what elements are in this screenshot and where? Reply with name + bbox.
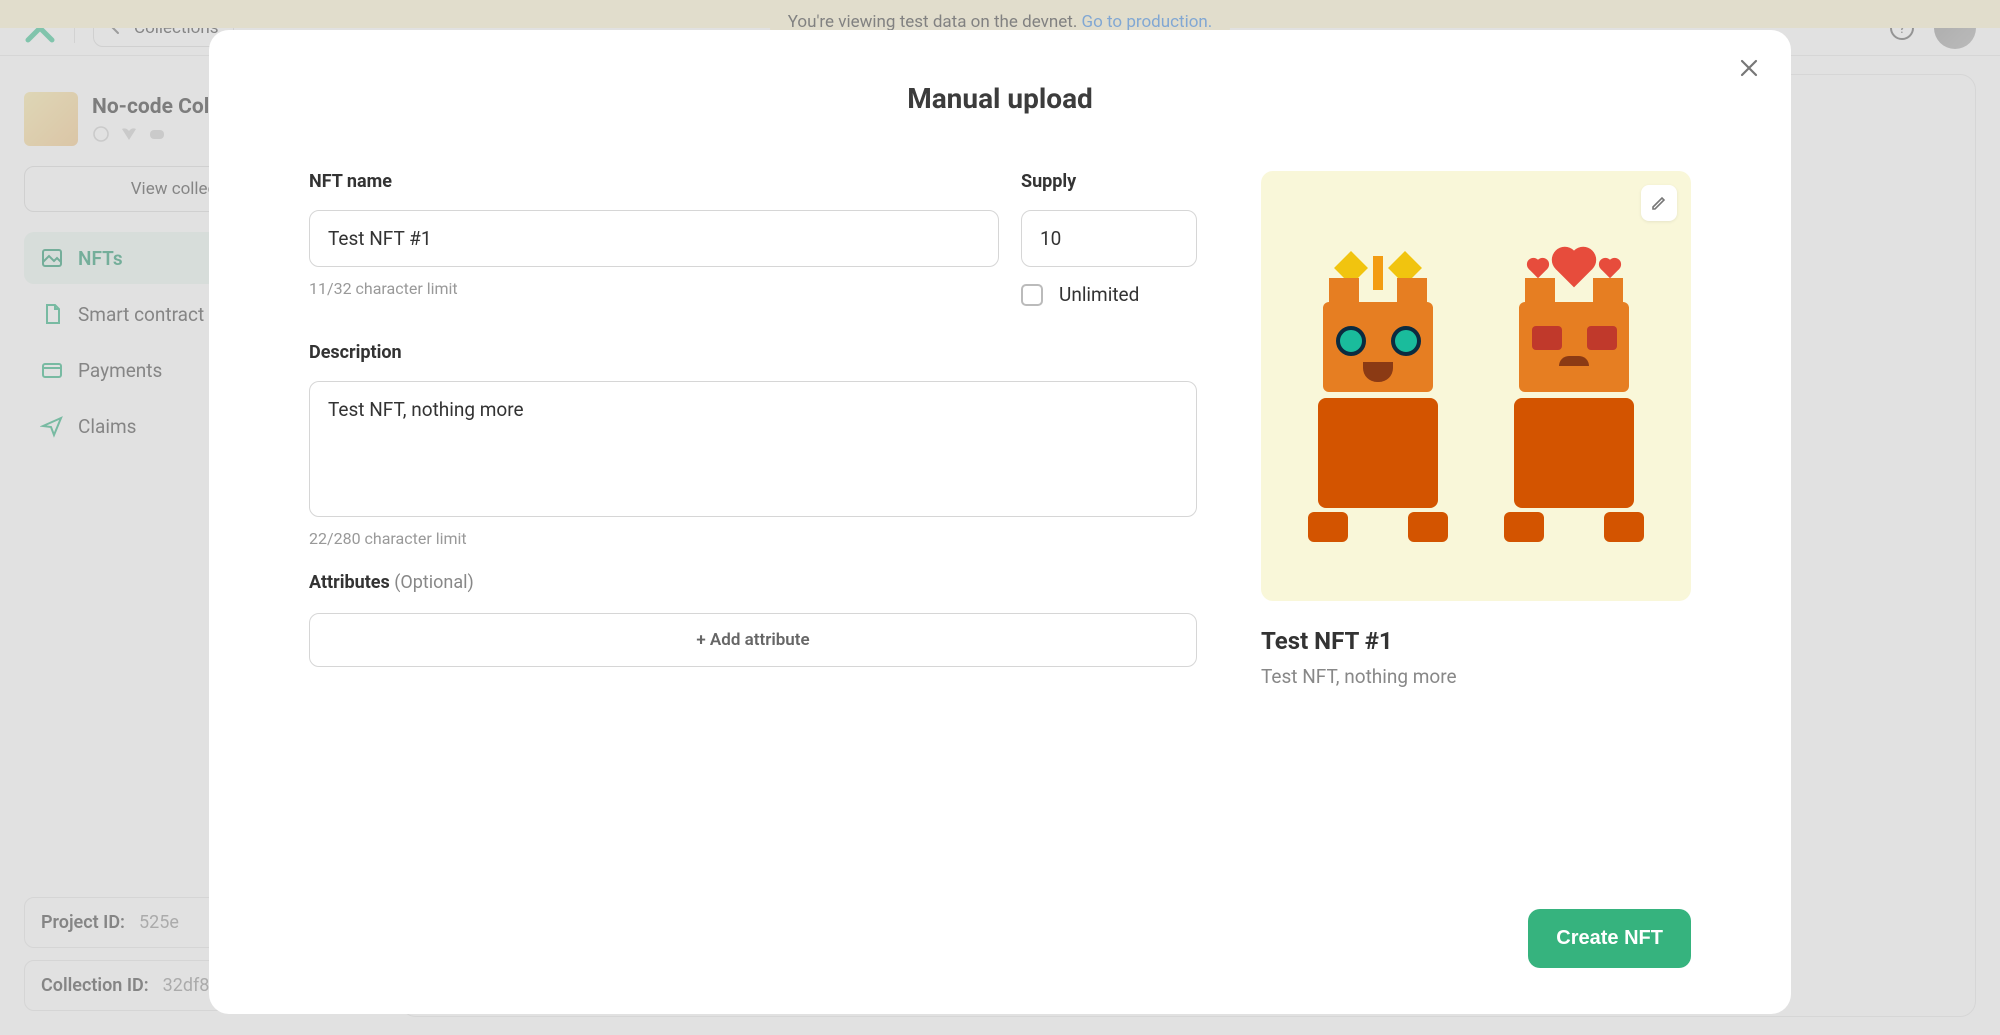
description-textarea[interactable] (309, 381, 1197, 517)
nft-preview-image (1261, 171, 1691, 601)
nft-name-hint: 11/32 character limit (309, 279, 999, 298)
form-column: NFT name 11/32 character limit Supply Un… (309, 171, 1197, 688)
pixel-cat-love (1484, 256, 1664, 516)
preview-title: Test NFT #1 (1261, 627, 1691, 655)
attributes-label: Attributes (Optional) (309, 572, 1197, 593)
unlimited-checkbox[interactable] (1021, 284, 1043, 306)
attributes-block: Attributes (Optional) + Add attribute (309, 572, 1197, 667)
edit-image-button[interactable] (1641, 185, 1677, 221)
attributes-label-text: Attributes (309, 572, 394, 593)
supply-label: Supply (1021, 171, 1197, 192)
supply-input[interactable] (1021, 210, 1197, 267)
attributes-optional-text: (Optional) (394, 572, 474, 593)
pixel-cat-surprised (1288, 256, 1468, 516)
nft-name-field: NFT name 11/32 character limit (309, 171, 999, 306)
unlimited-label: Unlimited (1059, 283, 1139, 306)
supply-field: Supply Unlimited (1021, 171, 1197, 306)
modal-title: Manual upload (309, 82, 1691, 115)
preview-description: Test NFT, nothing more (1261, 665, 1691, 688)
close-button[interactable] (1735, 54, 1763, 82)
nft-name-label: NFT name (309, 171, 999, 192)
create-nft-button[interactable]: Create NFT (1528, 909, 1691, 968)
pencil-icon (1651, 195, 1667, 211)
description-field: Description 22/280 character limit (309, 342, 1197, 548)
close-icon (1738, 57, 1760, 79)
description-hint: 22/280 character limit (309, 529, 1197, 548)
preview-column: Test NFT #1 Test NFT, nothing more (1261, 171, 1691, 688)
add-attribute-button[interactable]: + Add attribute (309, 613, 1197, 667)
nft-name-input[interactable] (309, 210, 999, 267)
description-label: Description (309, 342, 1197, 363)
manual-upload-modal: Manual upload NFT name 11/32 character l… (209, 30, 1791, 1014)
